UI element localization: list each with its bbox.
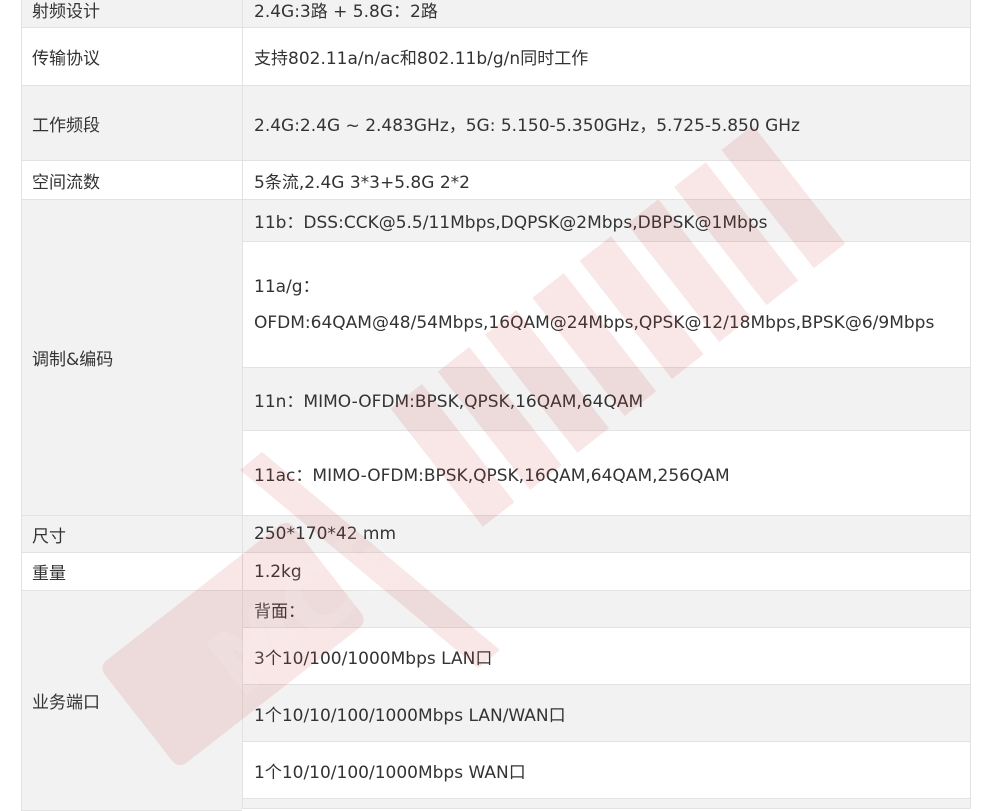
row-value-streams: 5条流,2.4G 3*3+5.8G 2*2 bbox=[242, 161, 971, 200]
row-value-ports-rear: 背面： bbox=[242, 591, 971, 628]
row-value-size: 250*170*42 mm bbox=[242, 516, 971, 553]
row-value-frequency: 2.4G:2.4G ~ 2.483GHz，5G: 5.150-5.350GHz，… bbox=[242, 86, 971, 161]
row-value-ports-next bbox=[242, 799, 971, 809]
row-value-ports-lanwan: 1个10/10/100/1000Mbps LAN/WAN口 bbox=[242, 685, 971, 742]
row-label-protocol: 传输协议 bbox=[21, 28, 242, 86]
row-label-size: 尺寸 bbox=[21, 516, 242, 553]
row-value-ports-lan: 3个10/100/1000Mbps LAN口 bbox=[242, 628, 971, 685]
row-value-weight: 1.2kg bbox=[242, 553, 971, 591]
row-value-mod-11n: 11n：MIMO-OFDM:BPSK,QPSK,16QAM,64QAM bbox=[242, 368, 971, 431]
row-value-rf-design: 2.4G:3路 + 5.8G：2路 bbox=[242, 0, 971, 28]
spec-table: 射频设计 2.4G:3路 + 5.8G：2路 传输协议 支持802.11a/n/… bbox=[0, 0, 988, 811]
row-label-rf-design: 射频设计 bbox=[21, 0, 242, 28]
row-value-ports-wan: 1个10/10/100/1000Mbps WAN口 bbox=[242, 742, 971, 799]
row-label-weight: 重量 bbox=[21, 553, 242, 591]
mod-11ag-line2: OFDM:64QAM@48/54Mbps,16QAM@24Mbps,QPSK@1… bbox=[254, 312, 935, 333]
mod-11ag-line1: 11a/g： bbox=[254, 276, 320, 297]
row-label-frequency: 工作频段 bbox=[21, 86, 242, 161]
row-label-streams: 空间流数 bbox=[21, 161, 242, 200]
row-value-protocol: 支持802.11a/n/ac和802.11b/g/n同时工作 bbox=[242, 28, 971, 86]
row-value-mod-11ac: 11ac：MIMO-OFDM:BPSK,QPSK,16QAM,64QAM,256… bbox=[242, 431, 971, 516]
row-value-mod-11ag: 11a/g： OFDM:64QAM@48/54Mbps,16QAM@24Mbps… bbox=[242, 242, 971, 368]
row-label-ports: 业务端口 bbox=[21, 591, 242, 811]
row-label-modulation: 调制&编码 bbox=[21, 200, 242, 516]
row-value-mod-11b: 11b：DSS:CCK@5.5/11Mbps,DQPSK@2Mbps,DBPSK… bbox=[242, 200, 971, 242]
